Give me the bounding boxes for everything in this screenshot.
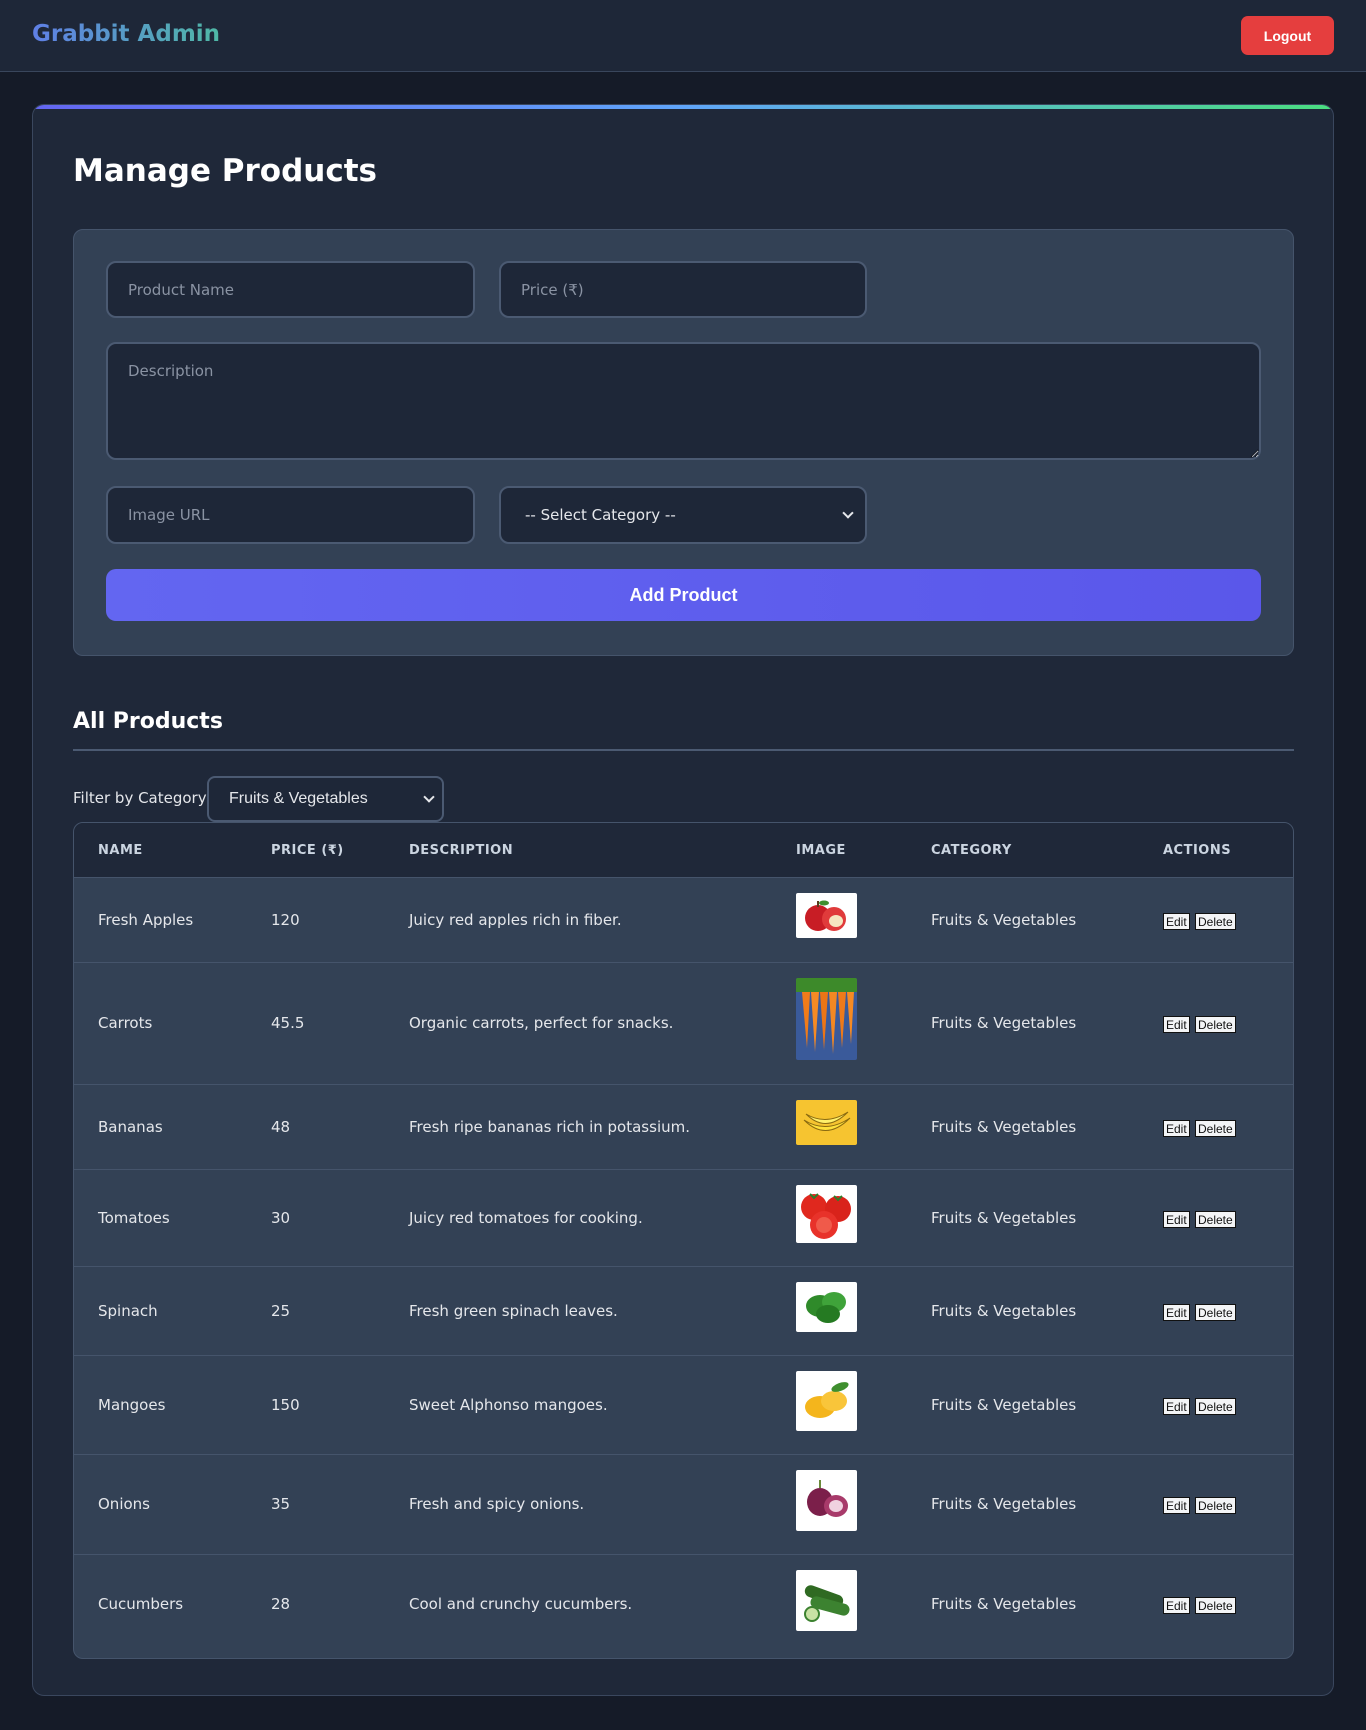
product-description-cell: Juicy red tomatoes for cooking. xyxy=(409,1209,643,1227)
column-header-category: CATEGORY xyxy=(931,843,1012,858)
manage-products-card: Manage Products -- Select Category -- Ad… xyxy=(32,104,1334,1696)
product-description-cell: Organic carrots, perfect for snacks. xyxy=(409,1014,674,1032)
category-select-value: -- Select Category -- xyxy=(525,506,676,524)
top-bar: Grabbit Admin Logout xyxy=(0,0,1366,72)
product-price-cell: 28 xyxy=(271,1595,291,1613)
product-price-cell: 30 xyxy=(271,1209,291,1227)
product-image-spinach xyxy=(796,1282,857,1332)
category-select[interactable]: -- Select Category -- xyxy=(499,486,867,544)
product-image-cucumbers xyxy=(796,1570,857,1631)
edit-button[interactable]: Edit xyxy=(1163,1211,1190,1228)
product-category-cell: Fruits & Vegetables xyxy=(931,1302,1077,1320)
product-category-cell: Fruits & Vegetables xyxy=(931,1118,1077,1136)
page-title: Manage Products xyxy=(73,153,377,189)
product-name-cell: Onions xyxy=(98,1495,150,1513)
delete-button[interactable]: Delete xyxy=(1195,913,1236,930)
product-category-cell: Fruits & Vegetables xyxy=(931,1595,1077,1613)
column-header-price: PRICE (₹) xyxy=(271,843,344,858)
product-description-cell: Fresh and spicy onions. xyxy=(409,1495,585,1513)
product-category-cell: Fruits & Vegetables xyxy=(931,1014,1077,1032)
edit-button[interactable]: Edit xyxy=(1163,1016,1190,1033)
add-product-button[interactable]: Add Product xyxy=(106,569,1261,621)
product-price-cell: 35 xyxy=(271,1495,291,1513)
table-row: Carrots 45.5 Organic carrots, perfect fo… xyxy=(74,963,1293,1085)
product-price-cell: 45.5 xyxy=(271,1014,305,1032)
description-textarea[interactable] xyxy=(106,342,1261,460)
table-row: Fresh Apples 120 Juicy red apples rich i… xyxy=(74,878,1293,963)
product-description-cell: Fresh ripe bananas rich in potassium. xyxy=(409,1118,690,1136)
product-price-cell: 48 xyxy=(271,1118,291,1136)
product-category-cell: Fruits & Vegetables xyxy=(931,1209,1077,1227)
filter-select-value: Fruits & Vegetables xyxy=(229,790,368,807)
edit-button[interactable]: Edit xyxy=(1163,1597,1190,1614)
delete-button[interactable]: Delete xyxy=(1195,1211,1236,1228)
column-header-description: DESCRIPTION xyxy=(409,843,514,858)
chevron-down-icon xyxy=(423,791,435,803)
product-description-cell: Cool and crunchy cucumbers. xyxy=(409,1595,633,1613)
products-table: NAME PRICE (₹) DESCRIPTION IMAGE CATEGOR… xyxy=(73,822,1294,1659)
product-category-cell: Fruits & Vegetables xyxy=(931,1396,1077,1414)
product-name-cell: Carrots xyxy=(98,1014,153,1032)
product-description-cell: Juicy red apples rich in fiber. xyxy=(409,911,622,929)
filter-label: Filter by Category: xyxy=(73,789,211,807)
delete-button[interactable]: Delete xyxy=(1195,1120,1236,1137)
delete-button[interactable]: Delete xyxy=(1195,1304,1236,1321)
product-name-cell: Tomatoes xyxy=(98,1209,170,1227)
product-description-cell: Fresh green spinach leaves. xyxy=(409,1302,618,1320)
brand-logo[interactable]: Grabbit Admin xyxy=(32,21,220,47)
product-category-cell: Fruits & Vegetables xyxy=(931,911,1077,929)
logout-button[interactable]: Logout xyxy=(1241,16,1334,55)
product-name-cell: Mangoes xyxy=(98,1396,166,1414)
product-name-input[interactable] xyxy=(106,261,475,318)
product-price-cell: 25 xyxy=(271,1302,291,1320)
column-header-image: IMAGE xyxy=(796,843,846,858)
table-row: Mangoes 150 Sweet Alphonso mangoes. Frui… xyxy=(74,1356,1293,1455)
product-image-bananas xyxy=(796,1100,857,1145)
edit-button[interactable]: Edit xyxy=(1163,1304,1190,1321)
edit-button[interactable]: Edit xyxy=(1163,1497,1190,1514)
category-filter-select[interactable]: Fruits & Vegetables xyxy=(207,776,444,822)
table-row: Tomatoes 30 Juicy red tomatoes for cooki… xyxy=(74,1170,1293,1267)
product-name-cell: Spinach xyxy=(98,1302,158,1320)
table-row: Onions 35 Fresh and spicy onions. Fruits… xyxy=(74,1455,1293,1555)
product-image-carrots xyxy=(796,978,857,1060)
all-products-title: All Products xyxy=(73,709,223,734)
product-image-apples xyxy=(796,893,857,938)
product-image-mangoes xyxy=(796,1371,857,1431)
product-image-onions xyxy=(796,1470,857,1531)
product-image-tomatoes xyxy=(796,1185,857,1243)
column-header-name: NAME xyxy=(98,843,143,858)
column-header-actions: ACTIONS xyxy=(1163,843,1232,858)
product-price-cell: 120 xyxy=(271,911,300,929)
edit-button[interactable]: Edit xyxy=(1163,1120,1190,1137)
delete-button[interactable]: Delete xyxy=(1195,1398,1236,1415)
table-row: Spinach 25 Fresh green spinach leaves. F… xyxy=(74,1267,1293,1356)
edit-button[interactable]: Edit xyxy=(1163,913,1190,930)
product-name-cell: Cucumbers xyxy=(98,1595,184,1613)
edit-button[interactable]: Edit xyxy=(1163,1398,1190,1415)
table-row: Cucumbers 28 Cool and crunchy cucumbers.… xyxy=(74,1555,1293,1658)
product-description-cell: Sweet Alphonso mangoes. xyxy=(409,1396,608,1414)
chevron-down-icon xyxy=(842,507,854,519)
price-input[interactable] xyxy=(499,261,867,318)
product-name-cell: Bananas xyxy=(98,1118,163,1136)
product-name-cell: Fresh Apples xyxy=(98,911,194,929)
image-url-input[interactable] xyxy=(106,486,475,544)
table-row: Bananas 48 Fresh ripe bananas rich in po… xyxy=(74,1085,1293,1170)
add-product-form: -- Select Category -- Add Product xyxy=(73,229,1294,656)
delete-button[interactable]: Delete xyxy=(1195,1497,1236,1514)
product-price-cell: 150 xyxy=(271,1396,300,1414)
product-category-cell: Fruits & Vegetables xyxy=(931,1495,1077,1513)
delete-button[interactable]: Delete xyxy=(1195,1016,1236,1033)
card-accent-bar xyxy=(33,105,1333,109)
section-divider xyxy=(73,749,1294,751)
delete-button[interactable]: Delete xyxy=(1195,1597,1236,1614)
table-header: NAME PRICE (₹) DESCRIPTION IMAGE CATEGOR… xyxy=(74,823,1293,878)
